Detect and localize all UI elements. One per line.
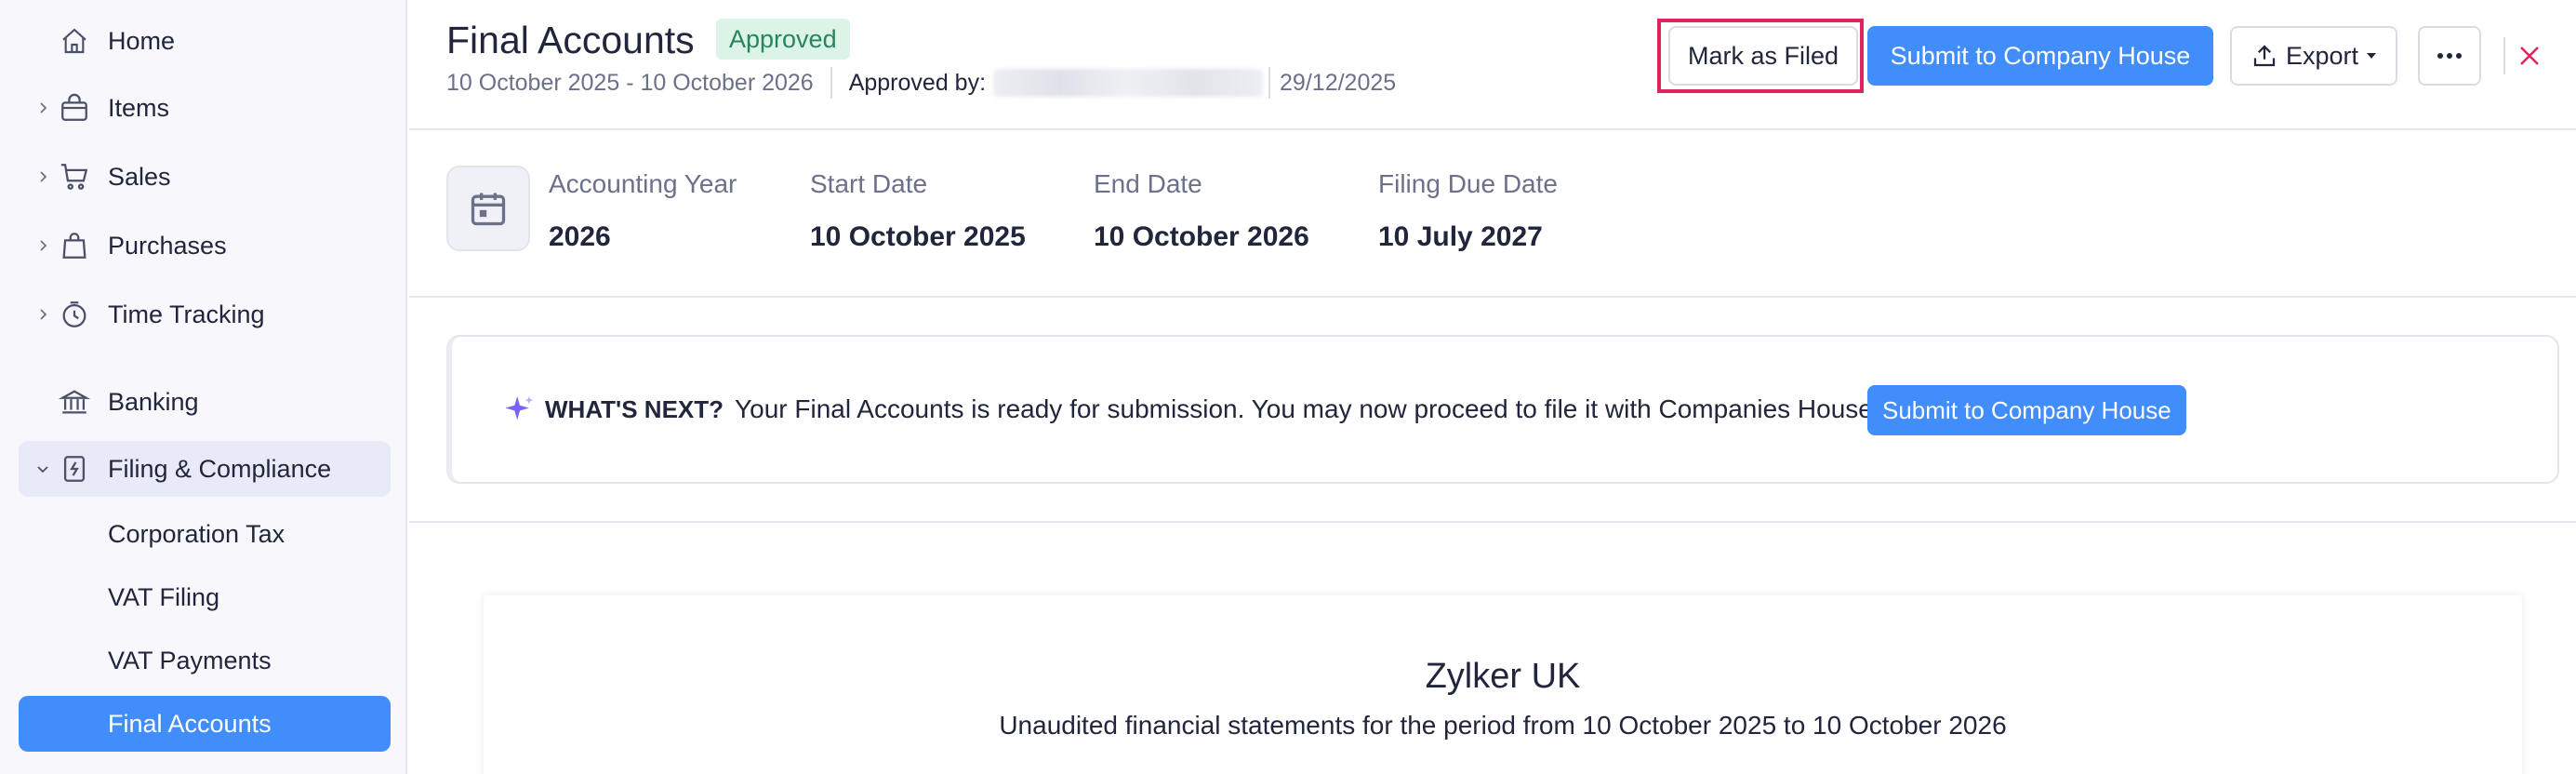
whats-next-row: WHAT'S NEXT? Your Final Accounts is read… bbox=[504, 337, 1880, 482]
sidebar-item-label: Items bbox=[108, 93, 170, 122]
info-label: Accounting Year bbox=[549, 169, 737, 198]
submit-to-company-house-button[interactable]: Submit to Company House bbox=[1867, 26, 2213, 86]
sidebar-subitem-label: VAT Payments bbox=[108, 646, 272, 674]
info-value: 10 October 2025 bbox=[810, 221, 1026, 252]
sidebar-subitem-label: VAT Filing bbox=[108, 582, 220, 611]
sidebar-subitem-corporation-tax[interactable]: Corporation Tax bbox=[19, 506, 391, 562]
sidebar-item-purchases[interactable]: Purchases bbox=[19, 218, 391, 274]
sidebar-item-home[interactable]: Home bbox=[19, 13, 391, 69]
cart-icon bbox=[58, 160, 91, 194]
sidebar-item-label: Time Tracking bbox=[108, 300, 265, 328]
info-end-date: End Date 10 October 2026 bbox=[1094, 169, 1309, 253]
close-icon[interactable] bbox=[2515, 41, 2544, 71]
bank-icon bbox=[58, 385, 91, 419]
divider bbox=[2503, 37, 2505, 74]
info-value: 10 July 2027 bbox=[1378, 221, 1543, 252]
approved-by-label: Approved by: bbox=[848, 69, 987, 96]
home-icon bbox=[58, 24, 91, 58]
sidebar-item-label: Purchases bbox=[108, 231, 227, 260]
chevron-right-icon[interactable] bbox=[32, 166, 54, 188]
calendar-icon bbox=[446, 166, 530, 251]
info-value: 2026 bbox=[549, 221, 611, 252]
statement-preview: Zylker UK Unaudited financial statements… bbox=[484, 595, 2522, 774]
sparkle-icon bbox=[504, 394, 536, 425]
info-start-date: Start Date 10 October 2025 bbox=[810, 169, 1026, 253]
info-value: 10 October 2026 bbox=[1094, 221, 1309, 252]
caret-down-icon bbox=[2366, 52, 2377, 60]
whats-next-card: WHAT'S NEXT? Your Final Accounts is read… bbox=[446, 335, 2559, 484]
divider bbox=[409, 521, 2576, 523]
chevron-down-icon[interactable] bbox=[32, 458, 54, 480]
sidebar-item-banking[interactable]: Banking bbox=[19, 374, 391, 430]
sidebar-item-sales[interactable]: Sales bbox=[19, 149, 391, 205]
company-name: Zylker UK bbox=[1425, 657, 1581, 696]
status-badge: Approved bbox=[716, 19, 850, 60]
page-title: Final Accounts bbox=[446, 19, 695, 61]
chevron-right-icon[interactable] bbox=[32, 234, 54, 257]
upload-icon bbox=[2251, 42, 2278, 70]
sidebar-item-filing-compliance[interactable]: Filing & Compliance bbox=[19, 441, 391, 497]
timer-icon bbox=[58, 298, 91, 331]
statement-period: Unaudited financial statements for the p… bbox=[999, 711, 2007, 740]
sidebar-subitem-vat-payments[interactable]: VAT Payments bbox=[19, 633, 391, 688]
sidebar: Home Items Sales Purchases Time Tracking… bbox=[0, 0, 407, 774]
chevron-right-icon[interactable] bbox=[32, 97, 54, 119]
sidebar-item-label: Sales bbox=[108, 162, 171, 191]
export-label: Export bbox=[2285, 41, 2359, 70]
period-range: 10 October 2025 - 10 October 2026 bbox=[446, 69, 814, 96]
divider bbox=[409, 296, 2576, 298]
info-accounting-year: Accounting Year 2026 bbox=[549, 169, 737, 253]
compliance-icon bbox=[58, 452, 91, 486]
sidebar-item-items[interactable]: Items bbox=[19, 80, 391, 136]
ellipsis-icon bbox=[2436, 52, 2463, 60]
sidebar-item-label: Home bbox=[108, 26, 176, 55]
sidebar-subitem-label: Corporation Tax bbox=[108, 519, 285, 548]
sidebar-subitem-label: Final Accounts bbox=[108, 709, 272, 738]
whats-next-message: Your Final Accounts is ready for submiss… bbox=[735, 394, 1880, 423]
approved-date: 29/12/2025 bbox=[1280, 69, 1397, 96]
approver-name-redacted bbox=[993, 69, 1264, 97]
sidebar-subitem-final-accounts[interactable]: Final Accounts bbox=[19, 696, 391, 752]
submit-to-company-house-button-secondary[interactable]: Submit to Company House bbox=[1867, 385, 2186, 435]
info-filing-due-date: Filing Due Date 10 July 2027 bbox=[1378, 169, 1558, 253]
sidebar-item-label: Filing & Compliance bbox=[108, 454, 332, 483]
sidebar-item-label: Banking bbox=[108, 387, 199, 416]
chevron-right-icon[interactable] bbox=[32, 303, 54, 326]
whats-next-label: WHAT'S NEXT? bbox=[545, 394, 724, 423]
sidebar-item-time-tracking[interactable]: Time Tracking bbox=[19, 287, 391, 342]
sidebar-subitem-vat-filing[interactable]: VAT Filing bbox=[19, 569, 391, 625]
page-header: Final Accounts Approved 10 October 2025 … bbox=[409, 0, 2576, 130]
info-label: End Date bbox=[1094, 169, 1202, 198]
info-label: Start Date bbox=[810, 169, 928, 198]
basket-icon bbox=[58, 91, 91, 125]
bag-icon bbox=[58, 229, 91, 262]
divider bbox=[1268, 67, 1271, 99]
info-label: Filing Due Date bbox=[1378, 169, 1558, 198]
highlight-box bbox=[1657, 19, 1864, 93]
export-button[interactable]: Export bbox=[2230, 26, 2397, 86]
divider bbox=[830, 67, 832, 99]
more-options-button[interactable] bbox=[2418, 26, 2481, 86]
period-line: 10 October 2025 - 10 October 2026 Approv… bbox=[446, 67, 1396, 99]
